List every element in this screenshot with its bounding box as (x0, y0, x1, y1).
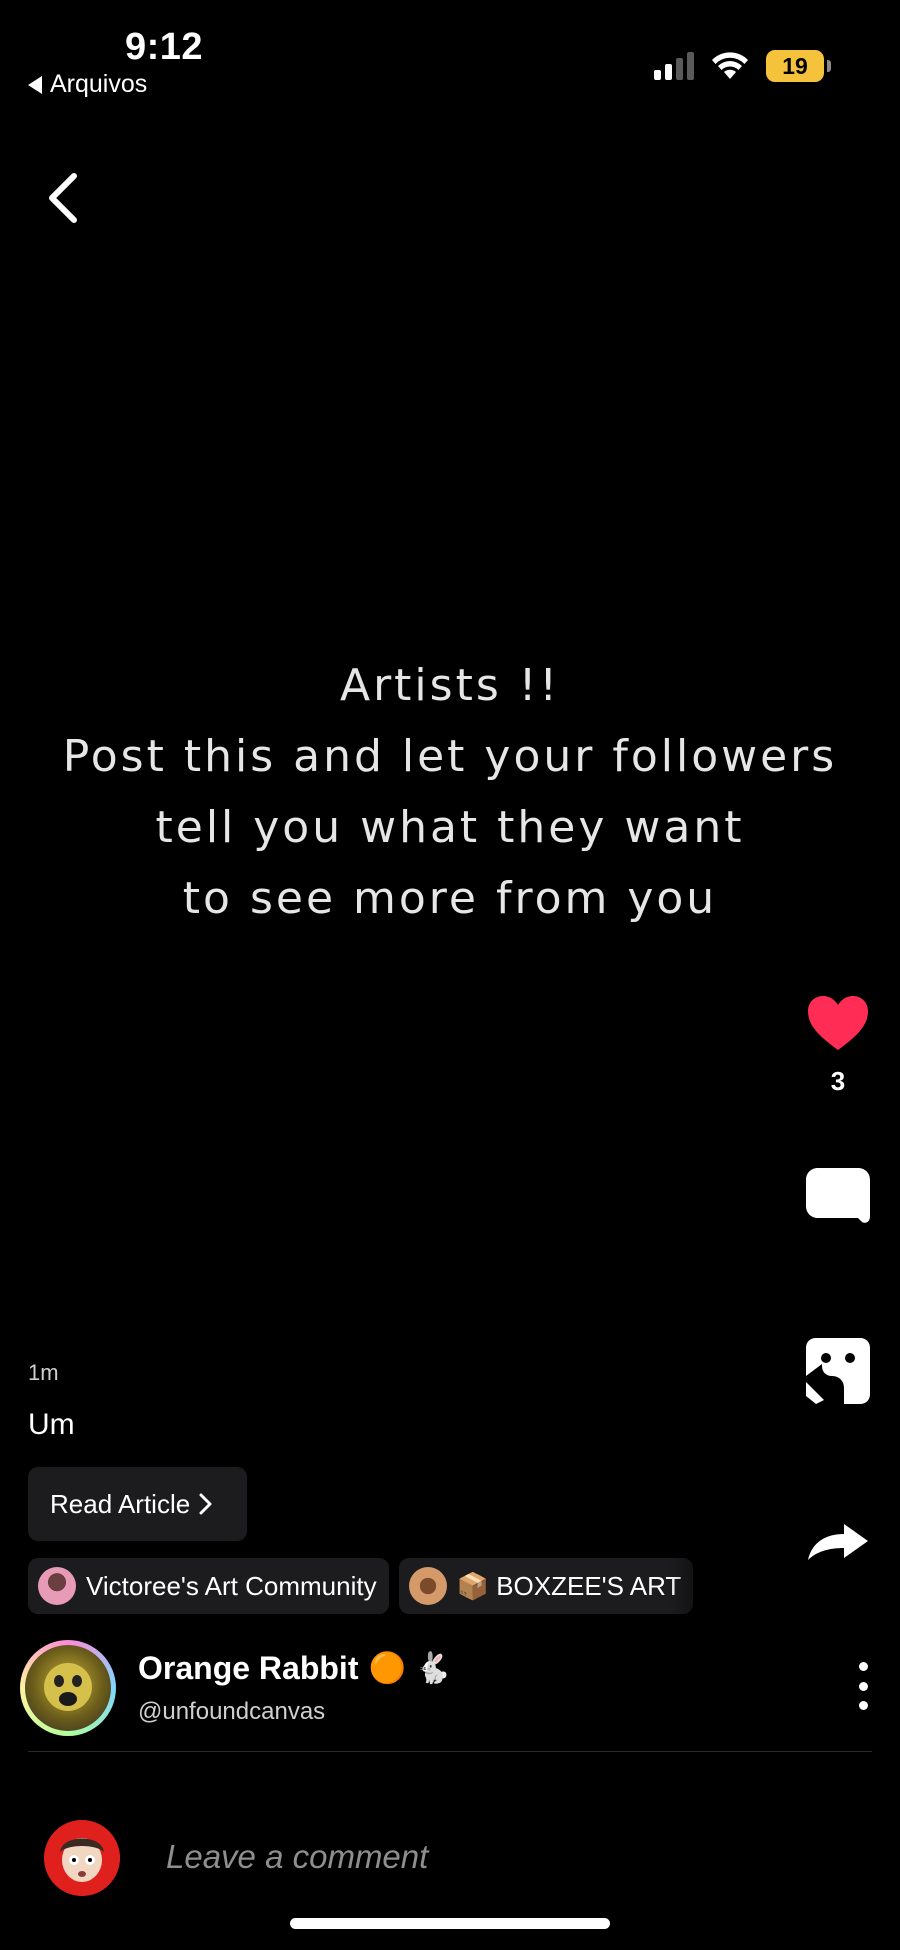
community-chip[interactable]: Victoree's Art Community (28, 1558, 389, 1614)
current-user-avatar (44, 1820, 120, 1896)
share-icon[interactable] (804, 1522, 872, 1562)
author-name-emojis: 🟠 🐇 (368, 1652, 452, 1685)
divider (28, 1751, 872, 1752)
author-avatar[interactable] (20, 1640, 116, 1736)
community-name: Victoree's Art Community (86, 1570, 377, 1601)
status-indicators: 19 (654, 50, 831, 82)
art-line: Artists !! (339, 660, 561, 711)
author-name-row[interactable]: Orange Rabbit 🟠 🐇 (138, 1650, 452, 1687)
comment-input[interactable]: Leave a comment (166, 1838, 428, 1876)
battery-level: 19 (782, 52, 808, 79)
status-time: 9:12 (125, 26, 204, 68)
author-row[interactable]: Orange Rabbit 🟠 🐇 @unfoundcanvas (20, 1636, 880, 1752)
home-indicator[interactable] (290, 1918, 610, 1929)
community-name: 📦 BOXZEE'S ART (456, 1570, 682, 1601)
author-name: Orange Rabbit (138, 1650, 359, 1686)
back-to-app-link[interactable]: Arquivos (28, 70, 147, 99)
back-app-label: Arquivos (50, 70, 148, 98)
community-chips: Victoree's Art Community 📦 BOXZEE'S ART (28, 1558, 748, 1614)
post-timestamp: 1m (28, 1360, 59, 1385)
read-article-button[interactable]: Read Article (28, 1467, 247, 1541)
chevron-right-icon (199, 1493, 212, 1515)
back-triangle-icon (28, 75, 42, 94)
heart-icon[interactable] (806, 994, 870, 1052)
community-chip[interactable]: 📦 BOXZEE'S ART (398, 1558, 694, 1614)
more-icon[interactable] (848, 1656, 878, 1716)
comment-icon[interactable] (804, 1166, 872, 1230)
cellular-signal-icon (654, 52, 694, 80)
read-article-label: Read Article (50, 1488, 191, 1519)
comment-bar[interactable]: Leave a comment (44, 1820, 864, 1896)
community-avatar (38, 1567, 76, 1605)
art-line: tell you what they want (155, 802, 745, 853)
art-line: Post this and let your followers (62, 731, 838, 782)
like-count: 3 (830, 1066, 846, 1096)
like-action[interactable]: 3 (804, 994, 872, 1097)
battery-indicator: 19 (766, 50, 831, 82)
remix-icon[interactable] (804, 1336, 872, 1406)
community-avatar (408, 1567, 447, 1605)
wifi-icon (712, 52, 748, 79)
back-chevron-icon[interactable] (44, 172, 84, 224)
author-handle: @unfoundcanvas (138, 1698, 326, 1725)
post-title: Um (28, 1408, 75, 1441)
art-line: to see more from you (182, 873, 718, 924)
post-image-text: Artists !! Post this and let your follow… (0, 650, 900, 934)
